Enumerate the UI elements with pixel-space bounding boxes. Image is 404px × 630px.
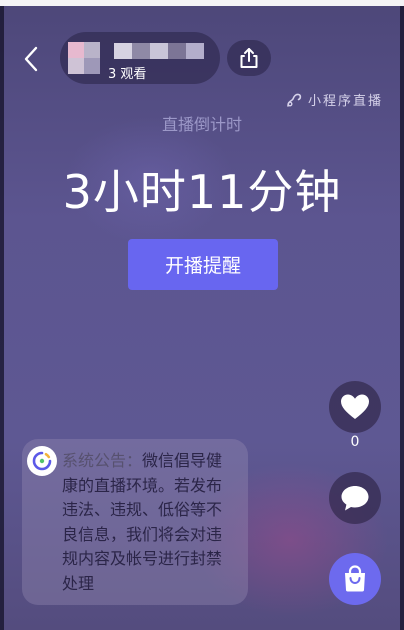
avatar-pixel — [68, 58, 84, 74]
chevron-left-icon — [24, 46, 38, 72]
avatar-pixel — [68, 42, 84, 58]
start-reminder-button[interactable]: 开播提醒 — [128, 239, 278, 290]
system-notice-prefix: 系统公告： — [62, 451, 143, 470]
share-upload-icon — [240, 48, 258, 68]
shopping-bag-icon — [345, 565, 365, 592]
shopping-bag-button[interactable] — [329, 553, 381, 605]
name-pixel — [168, 43, 186, 59]
live-room-screen: 3 观看 小程序直播 直播倒计时 3小时11分钟 开播提醒 0 系统公告：微信倡… — [0, 0, 404, 630]
system-notice-body: 微信倡导健康的直播环境。若发布违法、违规、低俗等不良信息，我们将会对违规内容及帐… — [62, 451, 223, 593]
back-button[interactable] — [18, 44, 44, 74]
name-pixel — [186, 43, 204, 59]
countdown-time: 3小时11分钟 — [62, 165, 342, 219]
right-edge — [400, 6, 404, 630]
host-info-pill[interactable]: 3 观看 — [60, 32, 220, 84]
countdown-label: 直播倒计时 — [161, 115, 242, 134]
heart-icon — [341, 394, 369, 419]
name-pixel — [114, 43, 132, 59]
share-button[interactable] — [227, 40, 271, 76]
comment-bubble-icon — [341, 486, 369, 511]
mini-program-live-badge[interactable]: 小程序直播 — [286, 90, 383, 109]
name-pixel — [150, 43, 168, 59]
status-strip — [0, 0, 404, 6]
name-pixel — [132, 43, 150, 59]
avatar-pixel — [84, 42, 100, 58]
link-icon — [287, 93, 302, 107]
avatar[interactable] — [68, 42, 100, 74]
system-notice-icon — [27, 446, 57, 476]
left-edge — [0, 6, 4, 630]
mini-program-label: 小程序直播 — [308, 94, 384, 109]
host-name-pixelated — [114, 43, 204, 59]
like-button[interactable] — [329, 381, 381, 433]
viewer-count: 3 观看 — [108, 67, 147, 82]
like-count: 0 — [350, 434, 360, 450]
system-notice-card: 系统公告：微信倡导健康的直播环境。若发布违法、违规、低俗等不良信息，我们将会对违… — [22, 439, 248, 605]
system-notice-text: 系统公告：微信倡导健康的直播环境。若发布违法、违规、低俗等不良信息，我们将会对违… — [62, 449, 226, 596]
comment-button[interactable] — [329, 472, 381, 524]
avatar-pixel — [84, 58, 100, 74]
